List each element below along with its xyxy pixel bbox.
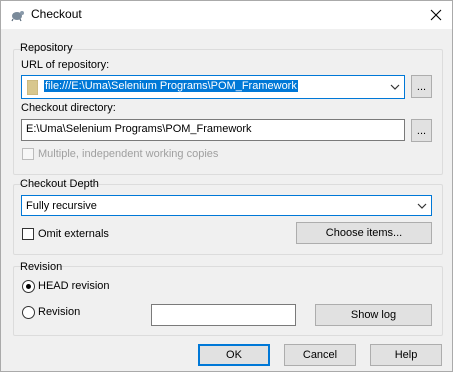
show-log-label: Show log bbox=[350, 309, 397, 321]
checkout-directory-value: E:\Uma\Selenium Programs\POM_Framework bbox=[26, 123, 252, 135]
checkout-directory-label: Checkout directory: bbox=[21, 102, 116, 114]
folder-icon bbox=[27, 80, 38, 95]
url-combobox[interactable]: file:///E:\Uma\Selenium Programs\POM_Fra… bbox=[21, 75, 405, 99]
close-button[interactable] bbox=[419, 1, 452, 29]
checkout-depth-group-label: Checkout Depth bbox=[20, 178, 99, 190]
multiple-copies-label: Multiple, independent working copies bbox=[38, 148, 219, 160]
checkout-dialog: Checkout Repository URL of repository: f… bbox=[0, 0, 453, 372]
cancel-button[interactable]: Cancel bbox=[284, 344, 356, 366]
help-button[interactable]: Help bbox=[370, 344, 442, 366]
choose-items-button[interactable]: Choose items... bbox=[296, 222, 432, 244]
ok-button[interactable]: OK bbox=[198, 344, 270, 366]
omit-externals-checkbox[interactable] bbox=[22, 228, 34, 240]
revision-radio[interactable] bbox=[22, 306, 35, 319]
url-browse-button[interactable]: ... bbox=[411, 75, 432, 98]
depth-selected-value: Fully recursive bbox=[26, 200, 97, 212]
url-label: URL of repository: bbox=[21, 59, 110, 71]
revision-radio-label: Revision bbox=[38, 306, 81, 318]
chevron-down-icon bbox=[417, 203, 427, 209]
directory-browse-label: ... bbox=[416, 124, 427, 137]
url-browse-label: ... bbox=[416, 80, 427, 93]
choose-items-label: Choose items... bbox=[325, 227, 403, 239]
repository-group-label: Repository bbox=[20, 42, 73, 54]
close-icon bbox=[430, 9, 441, 21]
checkout-directory-input[interactable]: E:\Uma\Selenium Programs\POM_Framework bbox=[21, 119, 405, 141]
url-value: file:///E:\Uma\Selenium Programs\POM_Fra… bbox=[44, 80, 298, 92]
multiple-copies-checkbox[interactable] bbox=[22, 148, 34, 160]
head-revision-label: HEAD revision bbox=[38, 280, 110, 292]
revision-input[interactable] bbox=[151, 304, 296, 326]
cancel-label: Cancel bbox=[302, 349, 338, 361]
omit-externals-label: Omit externals bbox=[38, 228, 109, 240]
chevron-down-icon bbox=[390, 84, 400, 90]
radio-selected-dot bbox=[26, 284, 31, 289]
tortoise-app-icon bbox=[11, 11, 24, 22]
title-bar: Checkout bbox=[1, 1, 452, 29]
window-title: Checkout bbox=[31, 7, 82, 21]
ok-label: OK bbox=[226, 349, 242, 361]
help-label: Help bbox=[394, 349, 418, 361]
directory-browse-button[interactable]: ... bbox=[411, 119, 432, 142]
depth-combobox[interactable]: Fully recursive bbox=[21, 195, 432, 216]
head-revision-radio[interactable] bbox=[22, 280, 35, 293]
revision-group-label: Revision bbox=[20, 261, 63, 273]
show-log-button[interactable]: Show log bbox=[315, 304, 432, 326]
